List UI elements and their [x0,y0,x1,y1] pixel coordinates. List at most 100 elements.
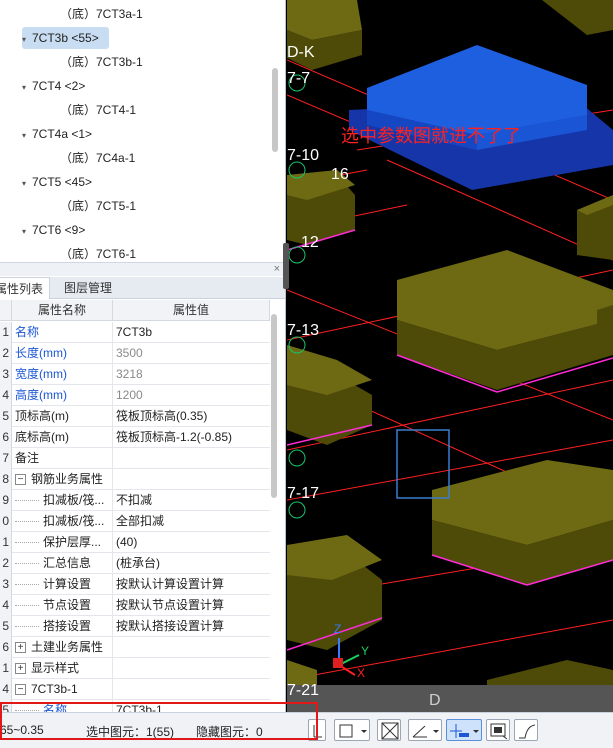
rect-select-dropdown[interactable] [334,719,370,741]
axis-label-d: D [429,692,441,709]
component-tree: （底）7CT3a-1 ▾ 7CT3b <55> （底）7CT3b-1 ▾ 7CT4 <2>… [0,0,285,262]
panel-tabs: 属性列表 图层管理 [0,277,285,299]
grid-corner [0,300,12,321]
property-value[interactable]: 筏板顶标高-1.2(-0.85) [113,427,270,448]
header-property-name: 属性名称 [12,300,113,321]
property-row[interactable]: 4 高度(mm) 1200 [0,385,270,406]
property-value[interactable] [113,658,270,679]
property-row[interactable]: 4 节点设置 按默认节点设置计算 [0,595,270,616]
tree-leaf-item[interactable]: （底）7CT6-1 [60,243,136,262]
row-number: 4 [0,385,12,406]
property-value[interactable] [113,679,270,700]
expand-icon[interactable]: + [15,663,26,675]
property-row[interactable]: 1 保护层厚... (40) [0,532,270,553]
property-value[interactable]: 全部扣减 [113,511,270,532]
property-row[interactable]: 6 + 土建业务属性 [0,637,270,658]
tree-group-item[interactable]: ▾ 7CT3b <55> [22,27,109,49]
property-value[interactable]: (40) [113,532,270,553]
property-value[interactable] [113,448,270,469]
property-value[interactable] [113,469,270,490]
chevron-down-icon[interactable]: ▾ [22,173,32,195]
property-row[interactable]: 5 顶标高(m) 筏板顶标高(0.35) [0,406,270,427]
property-value[interactable] [113,637,270,658]
tree-leaf-item[interactable]: （底）7C4a-1 [60,147,135,169]
property-name: 扣减板/筏... [43,514,105,528]
panel-divider[interactable]: × [0,262,285,276]
property-row[interactable]: 1 名称 7CT3b [0,322,270,343]
row-number: 1 [0,658,12,679]
tree-group-item[interactable]: ▾ 7CT4 <2> [22,75,85,97]
property-value[interactable]: (桩承台) [113,553,270,574]
property-name: 高度(mm) [15,388,67,402]
tree-group-item[interactable]: ▾ 7CT4a <1> [22,123,92,145]
row-number: 8 [0,469,12,490]
property-row[interactable]: 4−7CT3b-1 [0,679,270,700]
property-name-cell: + 土建业务属性 [12,637,113,658]
property-name-cell: 扣减板/筏... [12,511,113,532]
property-row[interactable]: 8− 钢筋业务属性 [0,469,270,490]
property-name-cell: 汇总信息 [12,553,113,574]
angle-dropdown[interactable] [408,719,442,741]
axis-label-dk: D-K [287,44,315,61]
chevron-down-icon[interactable]: ▾ [22,29,32,51]
tree-scrollbar[interactable] [272,68,278,152]
panel-collapse-handle[interactable] [283,243,289,289]
property-row[interactable]: 2 汇总信息 (桩承台) [0,553,270,574]
close-icon[interactable]: × [274,263,280,275]
chevron-down-icon[interactable]: ▾ [22,125,32,147]
tab-layer-manager[interactable]: 图层管理 [58,277,118,299]
property-row[interactable]: 7 备注 [0,448,270,469]
property-row[interactable]: 6 底标高(m) 筏板顶标高-1.2(-0.85) [0,427,270,448]
property-row[interactable]: 1 + 显示样式 [0,658,270,679]
3d-viewport[interactable]: D-K 7-7 7-10 16 12 7-13 7-17 7-21 D Z Y … [287,0,613,712]
property-row[interactable]: 5 搭接设置 按默认搭接设置计算 [0,616,270,637]
property-name: 备注 [15,451,40,465]
property-row[interactable]: 2 长度(mm) 3500 [0,343,270,364]
chevron-down-icon[interactable]: ▾ [22,221,32,243]
tree-leaf-item[interactable]: （底）7CT5-1 [60,195,136,217]
tree-group-item[interactable]: ▾ 7CT6 <9> [22,219,85,241]
property-row[interactable]: 3 宽度(mm) 3218 [0,364,270,385]
axis-y-label: Y [361,644,370,658]
tree-leaf-item[interactable]: （底）7CT3b-1 [60,51,143,73]
property-value[interactable]: 3218 [113,364,270,385]
property-row[interactable]: 0 扣减板/筏... 全部扣减 [0,511,270,532]
property-name: 搭接设置 [43,619,92,633]
property-name-cell: 顶标高(m) [12,406,113,427]
row-number: 0 [0,511,12,532]
property-value[interactable]: 筏板顶标高(0.35) [113,406,270,427]
property-row[interactable]: 3 计算设置 按默认计算设置计算 [0,574,270,595]
tree-item-label: （底）7C4a-1 [60,151,136,165]
tree-leaf-item[interactable]: （底）7CT4-1 [60,99,136,121]
chevron-down-icon[interactable]: ▾ [22,77,32,99]
axis-z-label: Z [334,622,342,636]
tab-property-list[interactable]: 属性列表 [0,277,51,299]
expand-icon[interactable]: + [15,642,26,654]
property-row[interactable]: 9 扣减板/筏... 不扣减 [0,490,270,511]
axis-label-7-7: 7-7 [287,70,311,87]
property-name-cell: − 钢筋业务属性 [12,469,113,490]
property-value[interactable]: 按默认计算设置计算 [113,574,270,595]
scene-drawing [287,0,613,712]
row-number: 4 [0,595,12,616]
property-name: 土建业务属性 [31,640,104,654]
property-name-cell: 底标高(m) [12,427,113,448]
collapse-icon[interactable]: − [15,684,26,696]
highlight-box [0,702,318,740]
property-value[interactable]: 7CT3b [113,322,270,343]
property-value[interactable]: 按默认节点设置计算 [113,595,270,616]
offset-dropdown[interactable] [446,719,482,741]
cross-select-button[interactable] [377,719,401,741]
arc-tool-button[interactable] [514,719,538,741]
property-value[interactable]: 不扣减 [113,490,270,511]
axis-label-7-21: 7-21 [287,682,320,699]
grid-scrollbar[interactable] [271,314,277,498]
collapse-icon[interactable]: − [15,474,26,486]
property-value[interactable]: 按默认搭接设置计算 [113,616,270,637]
tree-item-label: （底）7CT3b-1 [60,55,143,69]
property-value[interactable]: 3500 [113,343,270,364]
display-settings-button[interactable] [486,719,510,741]
property-value[interactable]: 1200 [113,385,270,406]
tree-group-item[interactable]: ▾ 7CT5 <45> [22,171,92,193]
tree-leaf-item[interactable]: （底）7CT3a-1 [60,3,143,25]
